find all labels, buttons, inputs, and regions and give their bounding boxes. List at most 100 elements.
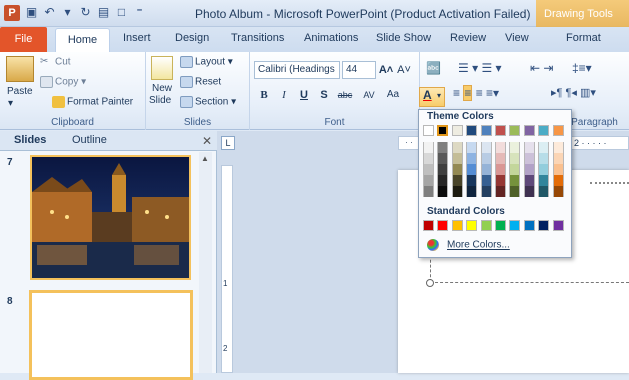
redo-icon[interactable]: ↻ [78, 5, 93, 20]
customize-qat-icon[interactable]: ⁼ [132, 5, 147, 20]
standard-color-swatch[interactable] [466, 220, 478, 231]
align-buttons[interactable]: ≡ ≡ ≡ ≡▾ [453, 85, 499, 101]
layout-button[interactable]: Layout ▾ [180, 56, 233, 68]
theme-shade-swatch[interactable] [480, 164, 492, 175]
panel-scrollbar[interactable]: ▲ [199, 152, 212, 373]
theme-shade-swatch[interactable] [495, 175, 506, 186]
theme-color-swatch[interactable] [437, 125, 449, 136]
standard-color-swatch[interactable] [495, 220, 506, 231]
theme-shade-swatch[interactable] [480, 153, 492, 164]
underline-button[interactable]: U [296, 86, 312, 104]
theme-shade-swatch[interactable] [523, 186, 535, 197]
line-spacing-button[interactable]: ‡≡▾ [572, 61, 592, 75]
standard-color-swatch[interactable] [509, 220, 521, 231]
theme-color-swatch[interactable] [552, 125, 564, 136]
resize-handle[interactable] [426, 279, 434, 287]
theme-color-swatch[interactable] [423, 125, 434, 136]
theme-color-swatch[interactable] [523, 125, 535, 136]
tab-format[interactable]: Format [566, 32, 601, 44]
theme-shade-swatch[interactable] [451, 164, 463, 175]
copy-button[interactable]: Copy ▾ [40, 76, 86, 88]
theme-shade-swatch[interactable] [437, 164, 449, 175]
more-colors-item[interactable]: More Colors... [427, 239, 510, 251]
standard-color-swatch[interactable] [423, 220, 434, 231]
theme-shade-swatch[interactable] [437, 142, 449, 153]
theme-shade-swatch[interactable] [437, 186, 449, 197]
theme-shade-swatch[interactable] [451, 186, 463, 197]
tab-insert[interactable]: Insert [123, 32, 151, 44]
shape-outline[interactable] [430, 282, 629, 283]
standard-color-swatch[interactable] [451, 220, 463, 231]
standard-color-swatch[interactable] [480, 220, 492, 231]
tab-transitions[interactable]: Transitions [231, 32, 284, 44]
theme-shade-swatch[interactable] [437, 153, 449, 164]
strikethrough-button[interactable]: abc [334, 86, 356, 104]
theme-shade-swatch[interactable] [423, 175, 434, 186]
theme-shade-swatch[interactable] [437, 175, 449, 186]
indent-buttons[interactable]: ⇤ ⇥ [530, 61, 553, 75]
new-slide-label-2[interactable]: Slide [149, 95, 171, 106]
tab-outline[interactable]: Outline [72, 134, 107, 146]
theme-shade-swatch[interactable] [509, 175, 521, 186]
undo-icon[interactable]: ↶ [42, 5, 57, 20]
theme-shade-swatch[interactable] [495, 142, 506, 153]
theme-shade-swatch[interactable] [451, 153, 463, 164]
theme-shade-swatch[interactable] [495, 186, 506, 197]
tab-animations[interactable]: Animations [304, 32, 358, 44]
bold-button[interactable]: B [256, 86, 272, 104]
theme-shade-swatch[interactable] [509, 142, 521, 153]
theme-shade-swatch[interactable] [552, 153, 564, 164]
cut-button[interactable]: ✂ Cut [40, 56, 71, 68]
tab-slide-show[interactable]: Slide Show [376, 32, 431, 44]
standard-color-swatch[interactable] [523, 220, 535, 231]
save-icon[interactable]: ▣ [24, 5, 39, 20]
tab-home[interactable]: Home [55, 28, 110, 52]
tab-slides[interactable]: Slides [14, 134, 46, 146]
slide-thumbnail-7[interactable] [30, 155, 191, 280]
theme-shade-swatch[interactable] [509, 153, 521, 164]
new-slide-label[interactable]: New [152, 83, 172, 94]
dropdown-icon[interactable]: ▾ [60, 5, 75, 20]
text-placeholder[interactable] [590, 182, 629, 188]
text-direction-buttons[interactable]: ▸¶ ¶◂ ▥▾ [551, 86, 596, 99]
theme-shade-swatch[interactable] [523, 175, 535, 186]
theme-shade-swatch[interactable] [466, 186, 478, 197]
tab-file[interactable]: File [0, 27, 47, 52]
theme-color-swatch[interactable] [451, 125, 463, 136]
theme-shade-swatch[interactable] [423, 186, 434, 197]
italic-button[interactable]: I [276, 86, 292, 104]
theme-shade-swatch[interactable] [480, 186, 492, 197]
slide-thumbnail-8[interactable] [29, 290, 193, 380]
tab-view[interactable]: View [505, 32, 529, 44]
bullets-button[interactable]: ☰ ▾ ☰ ▾ [458, 61, 502, 75]
theme-shade-swatch[interactable] [509, 186, 521, 197]
grow-font-button[interactable]: A˄ [378, 61, 394, 79]
theme-shade-swatch[interactable] [423, 153, 434, 164]
section-button[interactable]: Section ▾ [180, 96, 236, 108]
tab-selector[interactable]: L [221, 136, 235, 150]
theme-shade-swatch[interactable] [423, 142, 434, 153]
paste-icon[interactable] [6, 56, 34, 82]
reset-button[interactable]: Reset [180, 76, 221, 88]
format-options-icon[interactable]: 🔤 [426, 61, 441, 75]
theme-shade-swatch[interactable] [423, 164, 434, 175]
theme-color-swatch[interactable] [480, 125, 492, 136]
standard-color-swatch[interactable] [552, 220, 564, 231]
theme-shade-swatch[interactable] [538, 186, 550, 197]
shrink-font-button[interactable]: A˅ [396, 61, 412, 79]
paste-button[interactable]: Paste [7, 86, 33, 97]
theme-shade-swatch[interactable] [538, 164, 550, 175]
theme-color-swatch[interactable] [538, 125, 550, 136]
theme-color-swatch[interactable] [495, 125, 506, 136]
theme-shade-swatch[interactable] [523, 164, 535, 175]
character-spacing-button[interactable]: AV [358, 86, 380, 104]
change-case-button[interactable]: Aa [382, 86, 404, 104]
open-icon[interactable]: ▤ [96, 5, 111, 20]
theme-shade-swatch[interactable] [480, 175, 492, 186]
standard-color-swatch[interactable] [437, 220, 449, 231]
tab-design[interactable]: Design [175, 32, 209, 44]
tab-review[interactable]: Review [450, 32, 486, 44]
theme-shade-swatch[interactable] [451, 142, 463, 153]
powerpoint-icon[interactable]: P [4, 5, 20, 21]
new-icon[interactable]: □ [114, 5, 129, 20]
